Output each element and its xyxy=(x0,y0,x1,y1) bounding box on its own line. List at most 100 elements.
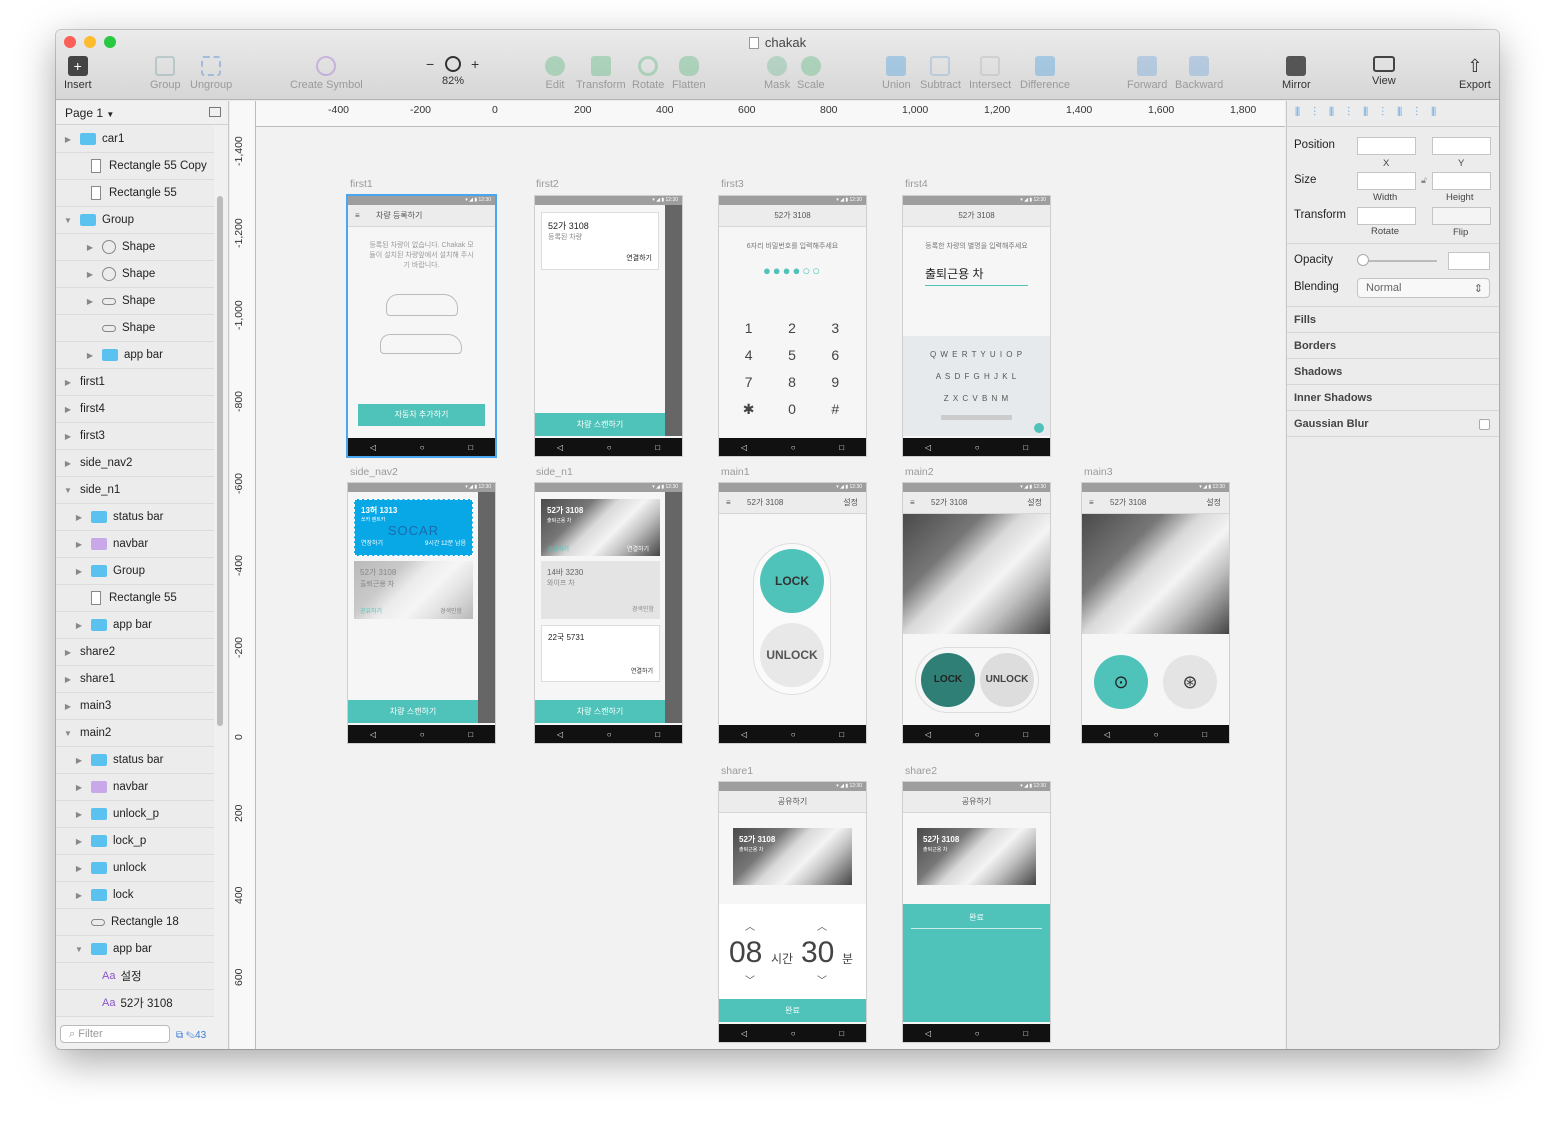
ungroup-button[interactable]: Ungroup xyxy=(190,56,232,91)
connect-button[interactable]: 연결하기 xyxy=(631,666,653,675)
keypad-key[interactable]: 9 xyxy=(814,374,857,390)
disclosure-closed-icon[interactable]: ▶ xyxy=(64,405,72,414)
hours-up-icon[interactable]: ︿ xyxy=(745,918,755,933)
layer-row[interactable]: ▼ main2 xyxy=(56,720,214,747)
disclosure-open-icon[interactable]: ▼ xyxy=(75,945,83,954)
opacity-slider-knob[interactable] xyxy=(1357,254,1369,266)
forward-button[interactable]: Forward xyxy=(1127,56,1167,91)
disclosure-open-icon[interactable]: ▼ xyxy=(64,216,72,225)
disclosure-closed-icon[interactable]: ▶ xyxy=(75,513,83,522)
home-icon[interactable]: ○ xyxy=(420,443,425,452)
disclosure-closed-icon[interactable]: ▶ xyxy=(75,837,83,846)
lock-ratio-icon[interactable]: 🔓︎ xyxy=(1421,175,1427,186)
section-gaussian-blur[interactable]: Gaussian Blur xyxy=(1287,411,1499,437)
scale-button[interactable]: Scale xyxy=(797,56,825,91)
keypad-key[interactable]: # xyxy=(814,401,857,418)
keyboard-row-2[interactable]: A S D F G H J K L xyxy=(903,372,1050,381)
recents-icon[interactable]: □ xyxy=(1023,443,1028,452)
layer-row[interactable]: Shape xyxy=(56,315,214,342)
nickname-input[interactable]: 출퇴근용 차 xyxy=(925,265,1028,286)
disclosure-closed-icon[interactable]: ▶ xyxy=(75,756,83,765)
scan-car-button[interactable]: 차량 스캔하기 xyxy=(535,413,665,436)
vertical-ruler[interactable]: -1,400 -1,200 -1,000 -800 -600 -400 -200 0 200 40… xyxy=(230,101,256,1049)
disclosure-closed-icon[interactable]: ▶ xyxy=(75,783,83,792)
layer-row[interactable]: ▶ navbar xyxy=(56,774,214,801)
unlock-button[interactable]: UNLOCK xyxy=(980,653,1034,707)
home-icon[interactable]: ○ xyxy=(791,730,796,739)
layer-row[interactable]: ▶ status bar xyxy=(56,747,214,774)
artboard-first1[interactable]: ▾ ◢ ▮ 12:30 ≡ 차량 등록하기 등록된 차량이 없습니다. Chaka… xyxy=(348,196,495,456)
keyboard-row-1[interactable]: Q W E R T Y U I O P xyxy=(903,350,1050,359)
artboard-first4[interactable]: ▾ ◢ ▮ 12:30 52가 3108 등록한 차량의 별명을 입력해주세요 … xyxy=(903,196,1050,456)
layer-row[interactable]: ▶ Shape xyxy=(56,234,214,261)
disclosure-closed-icon[interactable]: ▶ xyxy=(64,135,72,144)
align-icons[interactable]: ⫴⫶⫴⫶⫴⫶⫴⫶⫴ xyxy=(1295,105,1449,119)
canvas[interactable]: -400 -200 0 200 400 600 800 1,000 1,200 1,400 1,60… xyxy=(230,101,1285,1049)
section-fills[interactable]: Fills xyxy=(1287,307,1499,333)
layer-row[interactable]: Rectangle 55 Copy xyxy=(56,153,214,180)
recents-icon[interactable]: □ xyxy=(655,730,660,739)
rental-card[interactable]: 13허 1313 쏘카 렌트카 SOCAR 연장하기 9시간 12분 남음 xyxy=(354,499,473,556)
minutes-down-icon[interactable]: ﹀ xyxy=(817,972,827,987)
layer-row[interactable]: ▶ share1 xyxy=(56,666,214,693)
back-icon[interactable]: ◁ xyxy=(741,443,747,452)
layer-row[interactable]: ▶ unlock_p xyxy=(56,801,214,828)
disclosure-closed-icon[interactable]: ▶ xyxy=(75,567,83,576)
disclosure-closed-icon[interactable]: ▶ xyxy=(75,621,83,630)
recents-icon[interactable]: □ xyxy=(468,443,473,452)
zoom-control[interactable]: 82% xyxy=(442,56,464,87)
artboard-main3[interactable]: ▾ ◢ ▮ 12:30 ≡ 52가 3108 설정 ⊙ ⊛ ◁ ○ □ xyxy=(1082,483,1229,743)
disclosure-closed-icon[interactable]: ▶ xyxy=(64,675,72,684)
home-icon[interactable]: ○ xyxy=(1154,730,1159,739)
back-icon[interactable]: ◁ xyxy=(557,730,563,739)
layer-row[interactable]: ▼ app bar xyxy=(56,936,214,963)
unlock-button[interactable]: UNLOCK xyxy=(760,623,824,687)
layer-row[interactable]: Aa 설정 xyxy=(56,963,214,990)
layer-row[interactable]: ▶ unlock xyxy=(56,855,214,882)
artboard-side-nav2[interactable]: ▾ ◢ ▮ 12:30 13허 1313 쏘카 렌트카 SOCAR 연장하기 9시간 1… xyxy=(348,483,495,743)
recents-icon[interactable]: □ xyxy=(1023,1029,1028,1038)
section-shadows[interactable]: Shadows xyxy=(1287,359,1499,385)
layer-row[interactable]: ▶ app bar xyxy=(56,612,214,639)
artboard-first3[interactable]: ▾ ◢ ▮ 12:30 52가 3108 6자리 비밀번호를 입력해주세요 ●●… xyxy=(719,196,866,456)
layer-row[interactable]: ▶ first1 xyxy=(56,369,214,396)
intersect-button[interactable]: Intersect xyxy=(969,56,1011,91)
home-icon[interactable]: ○ xyxy=(607,443,612,452)
artboard-main1[interactable]: ▾ ◢ ▮ 12:30 ≡ 52가 3108 설정 LOCK UNLOCK ◁ ○ □ xyxy=(719,483,866,743)
keypad-key[interactable]: 5 xyxy=(770,347,813,363)
insert-button[interactable]: + Insert xyxy=(64,56,92,91)
home-icon[interactable]: ○ xyxy=(607,730,612,739)
transform-button[interactable]: Transform xyxy=(576,56,626,91)
share-link[interactable]: 공유하기 xyxy=(547,544,569,553)
layer-row[interactable]: ▶ first3 xyxy=(56,423,214,450)
export-button[interactable]: ⇧ Export xyxy=(1459,56,1491,91)
keypad-key[interactable]: ✱ xyxy=(727,401,770,418)
done-key-icon[interactable] xyxy=(1034,423,1044,433)
hours-value[interactable]: 08 xyxy=(729,936,762,970)
back-icon[interactable]: ◁ xyxy=(370,443,376,452)
artboard-share2[interactable]: ▾ ◢ ▮ 12:30 공유하기 52가 3108 출퇴근용 차 완료 ◁ ○ □ xyxy=(903,782,1050,1042)
layer-row[interactable]: ▶ app bar xyxy=(56,342,214,369)
layer-row[interactable]: Rectangle 55 xyxy=(56,585,214,612)
artboard-label-main3[interactable]: main3 xyxy=(1084,466,1113,478)
home-icon[interactable]: ○ xyxy=(791,443,796,452)
keypad-key[interactable]: 3 xyxy=(814,320,857,336)
recents-icon[interactable]: □ xyxy=(1202,730,1207,739)
disclosure-closed-icon[interactable]: ▶ xyxy=(75,864,83,873)
car-card[interactable]: 52가 3108 등록된 차량 연결하기 xyxy=(541,212,659,270)
page-toggle-icon[interactable] xyxy=(209,107,221,117)
home-icon[interactable]: ○ xyxy=(975,730,980,739)
home-icon[interactable]: ○ xyxy=(791,1029,796,1038)
artboard-label-first1[interactable]: first1 xyxy=(350,178,373,190)
union-button[interactable]: Union xyxy=(882,56,911,91)
subtract-button[interactable]: Subtract xyxy=(920,56,961,91)
rotate-button[interactable]: Rotate xyxy=(632,56,664,91)
disclosure-closed-icon[interactable]: ▶ xyxy=(64,702,72,711)
artboard-side-n1[interactable]: ▾ ◢ ▮ 12:30 52가 3108 출퇴근용 차 공유하기 연결하기 14… xyxy=(535,483,682,743)
layer-row[interactable]: ▶ status bar xyxy=(56,504,214,531)
unlock-icon[interactable]: ⊙ xyxy=(1094,655,1148,709)
artboard-label-first2[interactable]: first2 xyxy=(536,178,559,190)
share-link[interactable]: 공유하기 xyxy=(360,606,382,615)
keypad-key[interactable]: 8 xyxy=(770,374,813,390)
home-icon[interactable]: ○ xyxy=(975,443,980,452)
